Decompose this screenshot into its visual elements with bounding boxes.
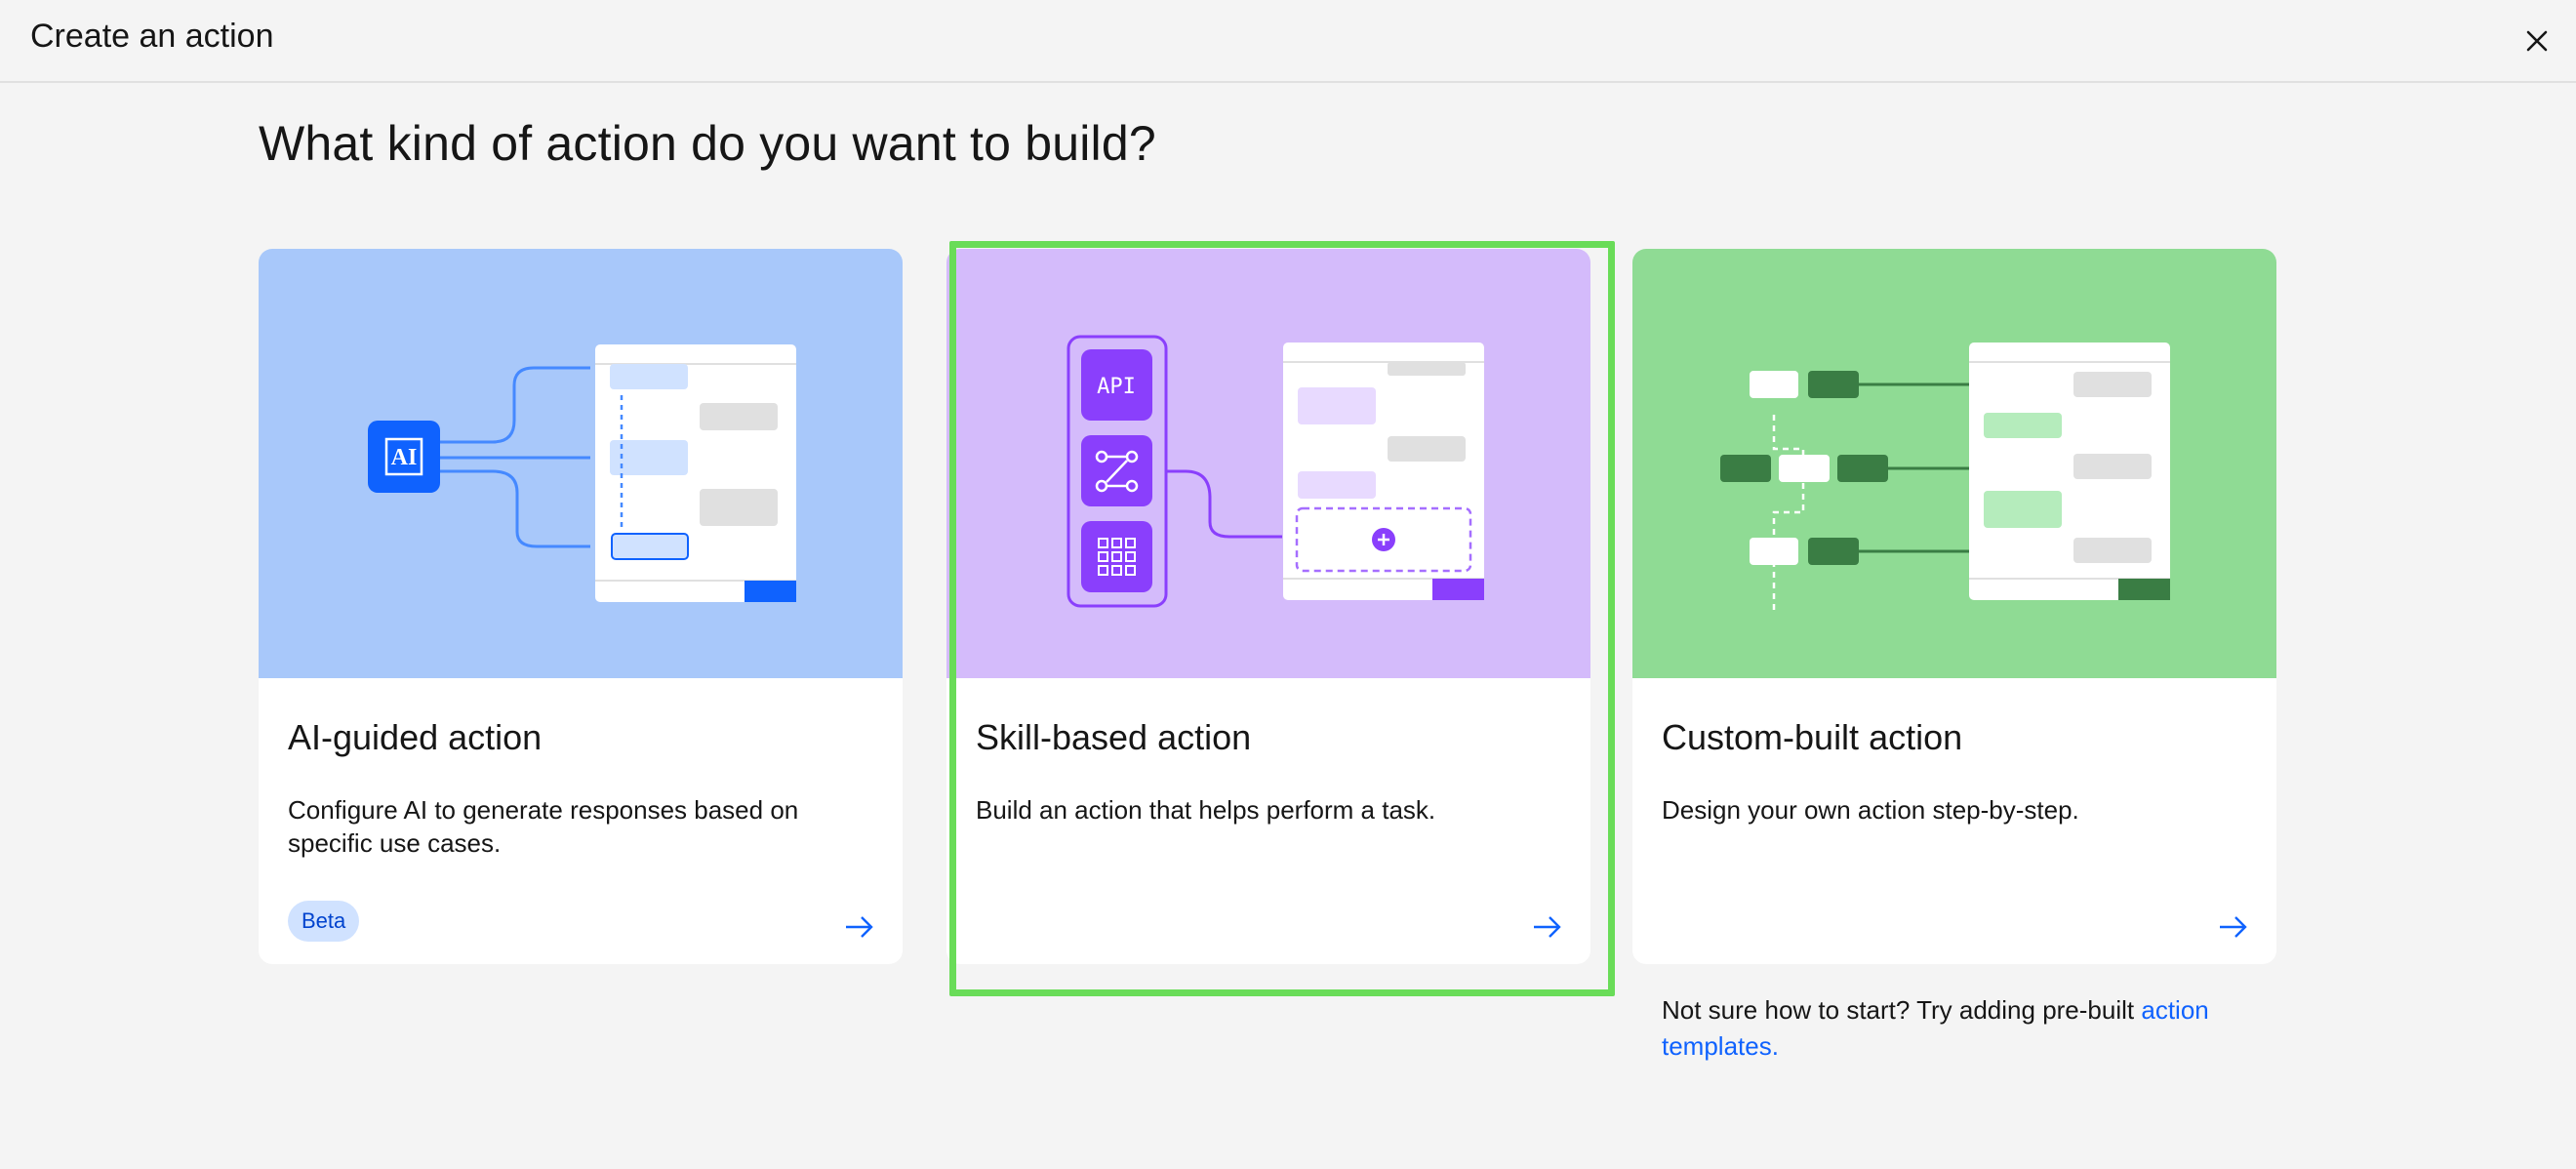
card-skill-based-action[interactable]: API Skill-based action Build an action t…	[946, 249, 1590, 964]
arrow-right-icon	[2220, 916, 2247, 938]
card-description: Build an action that helps perform a tas…	[976, 795, 1436, 825]
svg-text:AI: AI	[391, 445, 418, 470]
close-button[interactable]	[2516, 20, 2558, 62]
svg-text:API: API	[1097, 375, 1136, 399]
card-title: Skill-based action	[976, 717, 1252, 757]
card-description: Configure AI to generate responses based…	[288, 795, 799, 858]
card-description: Design your own action step-by-step.	[1662, 795, 2079, 825]
ai-guided-illustration: AI	[259, 249, 903, 678]
close-icon	[2526, 30, 2548, 52]
card-custom-built-action[interactable]: Custom-built action Design your own acti…	[1632, 249, 2276, 964]
arrow-right-icon	[1534, 916, 1561, 938]
modal-title: Create an action	[30, 18, 274, 55]
templates-footnote: Not sure how to start? Try adding pre-bu…	[1662, 992, 2247, 1065]
page-heading: What kind of action do you want to build…	[259, 116, 1156, 171]
card-title: AI-guided action	[288, 717, 543, 757]
card-ai-guided-action[interactable]: AI AI-guided action Configure AI to gene…	[259, 249, 903, 964]
grid-icon	[1081, 521, 1152, 592]
arrow-right-icon	[846, 916, 873, 938]
skill-based-illustration: API	[946, 249, 1590, 678]
modal-header: Create an action	[0, 0, 2576, 83]
card-title: Custom-built action	[1662, 717, 1963, 757]
beta-badge: Beta	[288, 901, 360, 942]
footnote-text: Not sure how to start? Try adding pre-bu…	[1662, 995, 2135, 1025]
custom-built-illustration	[1632, 249, 2276, 678]
